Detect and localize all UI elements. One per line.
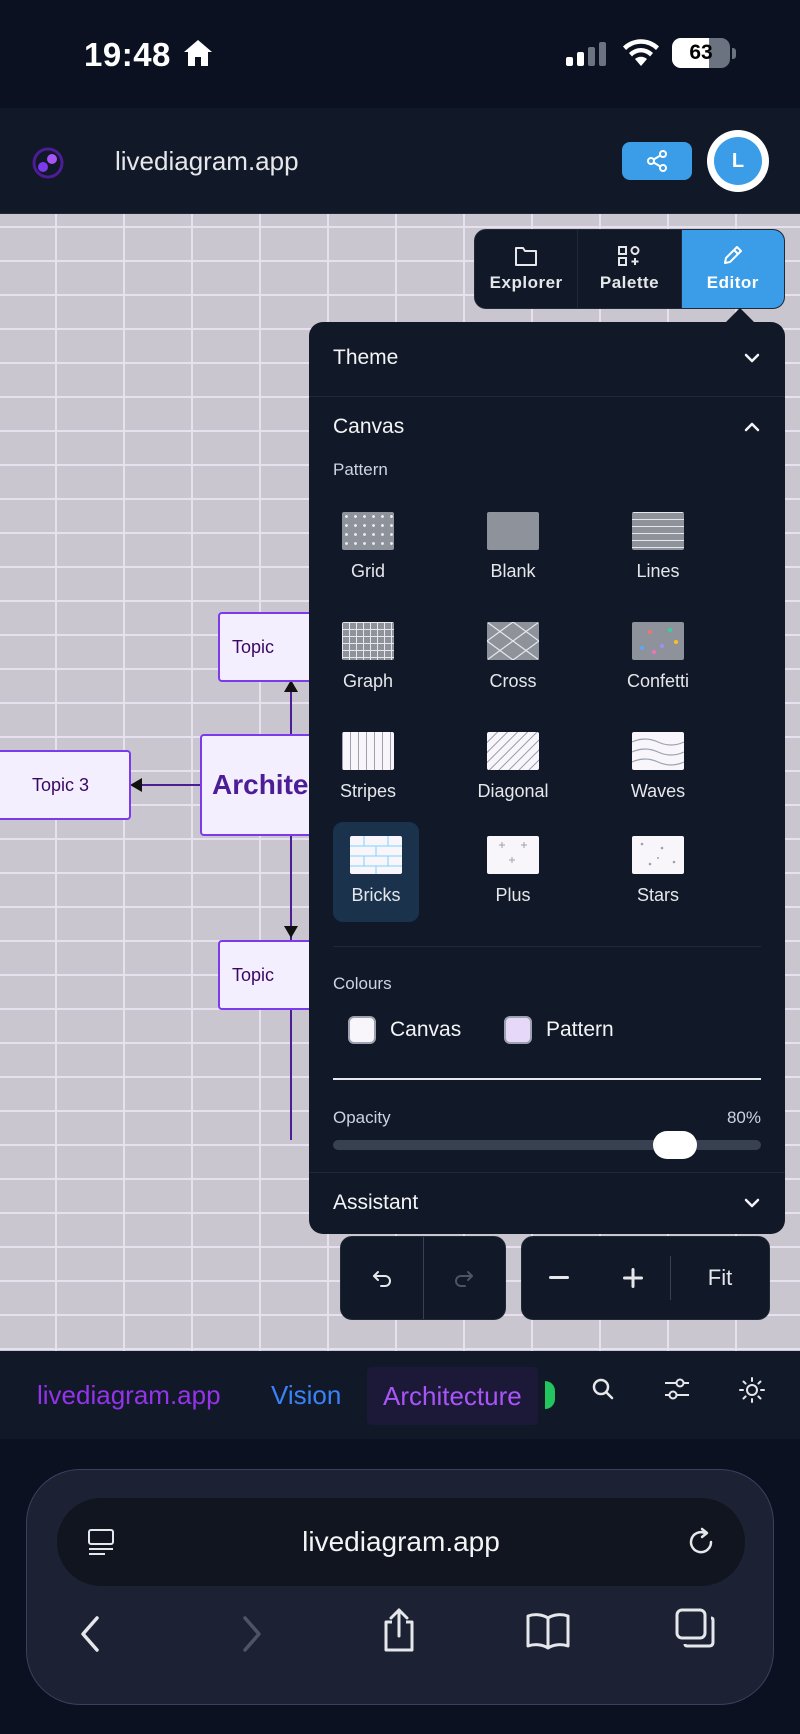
battery-tip <box>732 48 736 59</box>
arrowhead-left <box>130 778 142 792</box>
divider <box>333 946 761 947</box>
pattern-thumb-grid <box>342 512 394 550</box>
sun-icon[interactable] <box>738 1376 766 1404</box>
pattern-lines[interactable]: Lines <box>615 498 701 598</box>
arrowhead-down <box>284 926 298 938</box>
divider-strong <box>333 1078 761 1080</box>
canvas-section-header[interactable]: Canvas <box>309 397 785 457</box>
pattern-stripes[interactable]: Stripes <box>325 718 411 818</box>
panel-tabs: Explorer Palette Editor <box>474 229 785 309</box>
pattern-thumb-blank <box>487 512 539 550</box>
pattern-thumb-diagonal <box>487 732 539 770</box>
share-icon <box>647 150 667 172</box>
editor-panel: Theme Canvas Pattern Grid Blank Lines Gr… <box>309 322 785 1234</box>
cellular-signal-icon <box>566 42 606 66</box>
pencil-icon <box>723 246 742 264</box>
pattern-colour-picker[interactable]: Pattern <box>504 1016 614 1044</box>
forward-icon[interactable] <box>237 1614 265 1654</box>
share-button[interactable] <box>622 142 692 180</box>
pattern-blank[interactable]: Blank <box>470 498 556 598</box>
app-header: livediagram.app L <box>0 108 800 214</box>
redo-button[interactable] <box>424 1237 506 1319</box>
undo-icon <box>372 1271 391 1287</box>
pattern-plus[interactable]: Plus <box>470 822 556 922</box>
pattern-bricks[interactable]: Bricks <box>333 822 419 922</box>
folder-icon <box>515 247 538 266</box>
colours-label: Colours <box>333 974 392 993</box>
pattern-colour-swatch <box>504 1016 532 1044</box>
zoom-fit-button[interactable]: Fit <box>671 1265 769 1291</box>
battery-icon: 63 <box>672 38 730 68</box>
pattern-thumb-confetti <box>632 622 684 660</box>
url-text: livediagram.app <box>302 1526 500 1557</box>
plus-icon <box>623 1268 643 1288</box>
pattern-confetti[interactable]: Confetti <box>615 608 701 708</box>
pattern-thumb-graph <box>342 622 394 660</box>
tabs-icon[interactable] <box>673 1606 717 1650</box>
redo-icon <box>455 1271 474 1287</box>
address-bar[interactable]: livediagram.app <box>57 1498 745 1586</box>
site-title: livediagram.app <box>115 146 299 176</box>
pattern-thumb-bricks <box>350 836 402 874</box>
avatar-initial: L <box>714 137 762 185</box>
pattern-thumb-stars <box>632 836 684 874</box>
canvas-colour-picker[interactable]: Canvas <box>348 1016 461 1044</box>
pattern-thumb-plus <box>487 836 539 874</box>
doc-tab-livediagram[interactable]: livediagram.app <box>37 1351 221 1439</box>
zoom-controls: Fit <box>521 1236 770 1320</box>
minus-icon <box>549 1276 569 1279</box>
share-sheet-icon[interactable] <box>379 1606 419 1654</box>
chevron-up-icon <box>744 422 760 432</box>
panel-pointer <box>726 308 754 322</box>
pattern-stars[interactable]: Stars <box>615 822 701 922</box>
zoom-in-button[interactable] <box>596 1237 670 1319</box>
opacity-row: Opacity 80% <box>333 1108 761 1128</box>
tab-explorer[interactable]: Explorer <box>475 230 579 308</box>
opacity-slider[interactable] <box>333 1131 761 1159</box>
tab-palette[interactable]: Palette <box>578 230 682 308</box>
zoom-out-button[interactable] <box>522 1237 596 1319</box>
pattern-thumb-lines <box>632 512 684 550</box>
pattern-thumb-waves <box>632 732 684 770</box>
chevron-down-icon <box>744 1198 760 1208</box>
home-icon <box>184 40 212 66</box>
palette-icon <box>618 246 640 266</box>
pattern-thumb-stripes <box>342 732 394 770</box>
pattern-label: Pattern <box>333 460 388 479</box>
status-time: 19:48 <box>84 36 171 73</box>
opacity-label: Opacity <box>333 1108 391 1127</box>
pattern-graph[interactable]: Graph <box>325 608 411 708</box>
browser-chrome: livediagram.app <box>0 1439 800 1734</box>
user-avatar[interactable]: L <box>707 130 769 192</box>
tab-editor[interactable]: Editor <box>681 230 784 308</box>
bookmarks-icon[interactable] <box>525 1610 571 1650</box>
back-icon[interactable] <box>77 1614 105 1654</box>
browser-toolbar: livediagram.app <box>26 1469 774 1705</box>
canvas-colour-swatch <box>348 1016 376 1044</box>
undo-button[interactable] <box>341 1237 424 1319</box>
doc-tab-architecture[interactable]: Architecture <box>367 1367 538 1425</box>
assistant-section-header[interactable]: Assistant <box>309 1173 785 1233</box>
theme-section-header[interactable]: Theme <box>309 328 785 388</box>
edge-center-topic-3 <box>133 784 200 786</box>
status-bar: 19:48 63 <box>0 0 800 108</box>
history-controls <box>340 1236 506 1320</box>
pattern-grid[interactable]: Grid <box>325 498 411 598</box>
app-logo-icon[interactable] <box>31 146 65 180</box>
chevron-down-icon <box>744 353 760 363</box>
reload-icon[interactable] <box>685 1526 717 1558</box>
opacity-value: 80% <box>726 1108 761 1127</box>
pattern-diagonal[interactable]: Diagonal <box>470 718 556 818</box>
pattern-cross[interactable]: Cross <box>470 608 556 708</box>
wifi-icon <box>623 39 659 66</box>
pattern-waves[interactable]: Waves <box>615 718 701 818</box>
battery-level: 63 <box>689 41 713 64</box>
search-icon[interactable] <box>590 1376 616 1402</box>
pattern-thumb-cross <box>487 622 539 660</box>
node-topic-3[interactable]: Topic 3 <box>0 750 131 820</box>
opacity-slider-handle[interactable] <box>653 1131 698 1159</box>
sliders-icon[interactable] <box>663 1376 691 1402</box>
doc-tab-vision[interactable]: Vision <box>271 1351 341 1439</box>
